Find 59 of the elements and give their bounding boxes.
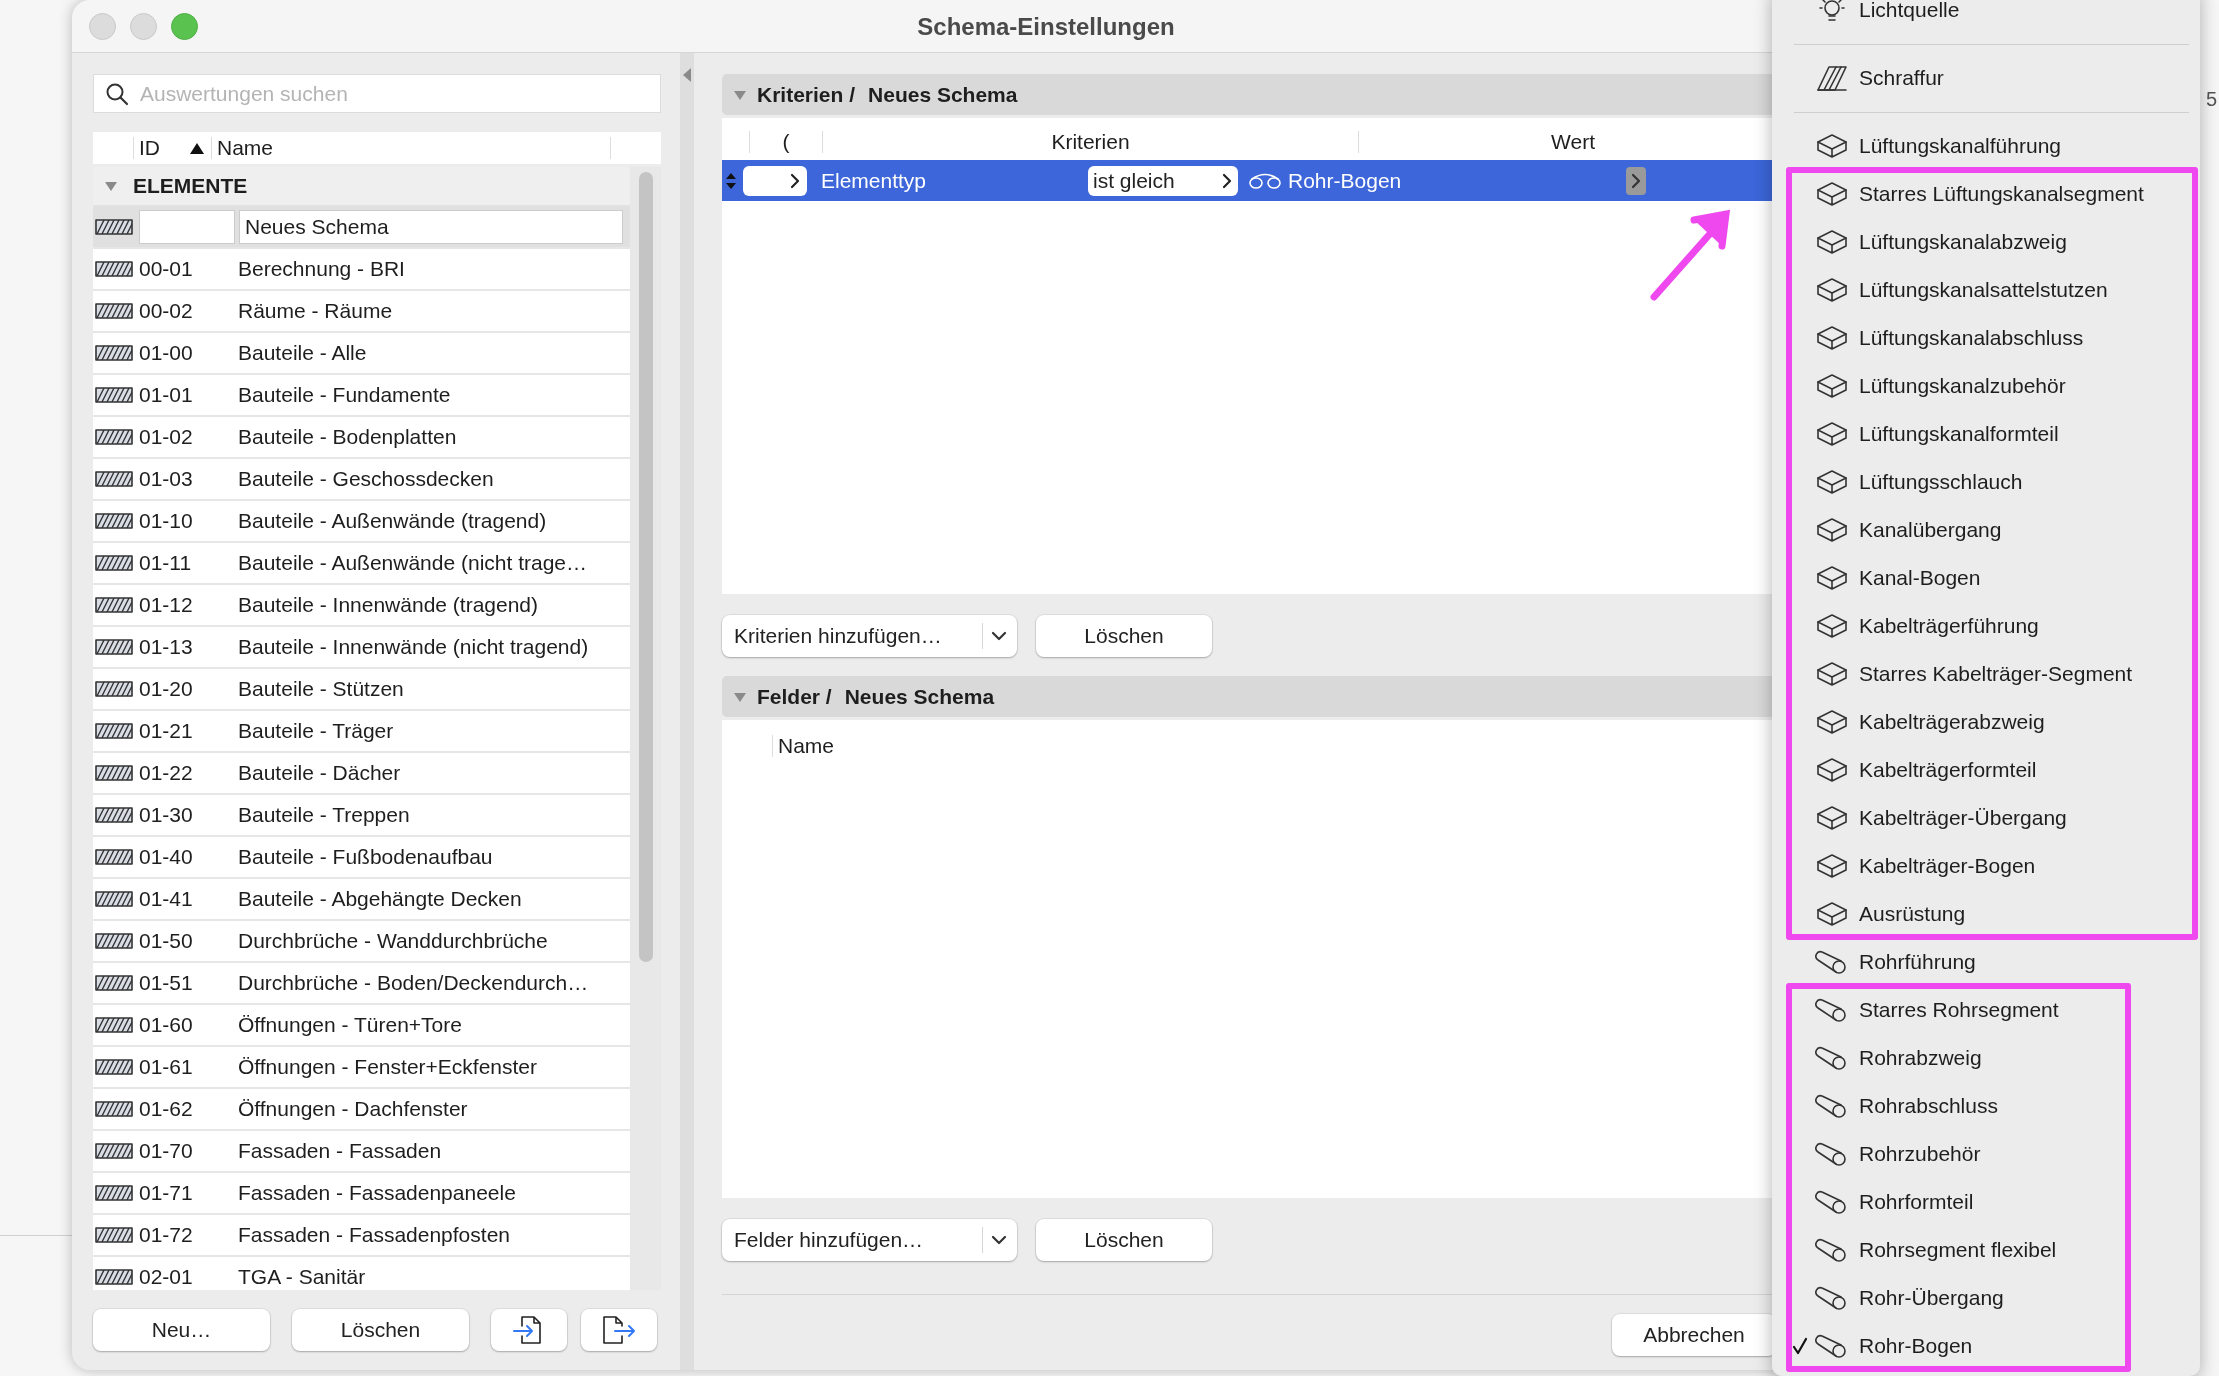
name-text: Öffnungen - Dachfenster xyxy=(238,1097,468,1121)
id-text: 01-30 xyxy=(139,803,193,826)
name-text: Öffnungen - Fenster+Eckfenster xyxy=(238,1055,538,1079)
name-text: TGA - Sanitär xyxy=(238,1265,366,1289)
id-text: 01-60 xyxy=(139,1013,193,1036)
name-text: Fassaden - Fassadenpfosten xyxy=(238,1223,510,1247)
name-text: Bauteile - Geschossdecken xyxy=(238,467,494,491)
group-label: ELEMENTE xyxy=(133,174,248,198)
name-text: Bauteile - Außenwände (tragend) xyxy=(238,509,547,533)
id-text: 01-00 xyxy=(139,341,193,364)
schema-name: Neues Schema xyxy=(844,684,995,709)
name-text: Bauteile - Treppen xyxy=(238,803,410,827)
id-text: 01-11 xyxy=(139,551,192,574)
id-text: 01-10 xyxy=(139,509,193,532)
schema-name: Neues Schema xyxy=(868,82,1018,107)
id-text: 01-02 xyxy=(139,425,193,448)
name-text: Bauteile - Innenwände (tragend) xyxy=(238,593,539,617)
name-text: Durchbrüche - Boden/Deckendurch… xyxy=(238,971,589,995)
name-text: Durchbrüche - Wanddurchbrüche xyxy=(238,929,548,953)
name-text: Bauteile - Träger xyxy=(238,719,394,743)
id-text: 01-40 xyxy=(139,845,193,868)
id-text: 01-03 xyxy=(139,467,193,490)
id-text: 00-02 xyxy=(139,299,193,322)
name-text: Räume - Räume xyxy=(238,299,393,323)
id-text: 01-13 xyxy=(139,635,193,658)
id-text: 01-61 xyxy=(139,1055,193,1078)
id-text: 01-22 xyxy=(139,761,193,784)
name-text: Bauteile - Abgehängte Decken xyxy=(238,887,522,911)
name-text: Bauteile - Fußbodenaufbau xyxy=(238,845,493,869)
section-title: Kriterien / xyxy=(757,82,856,107)
name-text: Bauteile - Bodenplatten xyxy=(238,425,457,449)
value-text: Rohr-Bogen xyxy=(1288,168,1402,193)
name-text: Bauteile - Fundamente xyxy=(238,383,451,407)
id-text: 01-72 xyxy=(139,1223,193,1246)
name-text: Fassaden - Fassadenpaneele xyxy=(238,1181,516,1205)
name-text: Bauteile - Alle xyxy=(238,341,367,365)
background-text: 5 xyxy=(2206,88,2218,111)
id-text: 01-12 xyxy=(139,593,193,616)
id-text: 02-01 xyxy=(139,1265,193,1288)
id-text: 01-51 xyxy=(139,971,193,994)
name-text: Fassaden - Fassaden xyxy=(238,1139,442,1163)
id-text: 01-70 xyxy=(139,1139,193,1162)
criteria-field-text: Elementtyp xyxy=(821,168,928,193)
id-text: 01-21 xyxy=(139,719,193,742)
id-text: 01-20 xyxy=(139,677,193,700)
name-text: Öffnungen - Türen+Tore xyxy=(238,1013,462,1037)
section-title: Felder / xyxy=(757,684,832,709)
id-text: 01-01 xyxy=(139,383,193,406)
name-text: Bauteile - Dächer xyxy=(238,761,401,785)
window-title: Schema-Einstellungen xyxy=(917,13,1175,41)
id-text: 01-41 xyxy=(139,887,193,910)
name-text: Berechnung - BRI xyxy=(238,257,405,281)
id-text: 01-50 xyxy=(139,929,193,952)
id-text: 00-01 xyxy=(139,257,193,280)
name-text: Bauteile - Stützen xyxy=(238,677,404,701)
id-text: 01-71 xyxy=(139,1181,193,1204)
name-text: Bauteile - Innenwände (nicht tragend) xyxy=(238,635,589,659)
name-text: Bauteile - Außenwände (nicht trage… xyxy=(238,551,588,575)
id-text: 01-62 xyxy=(139,1097,193,1120)
